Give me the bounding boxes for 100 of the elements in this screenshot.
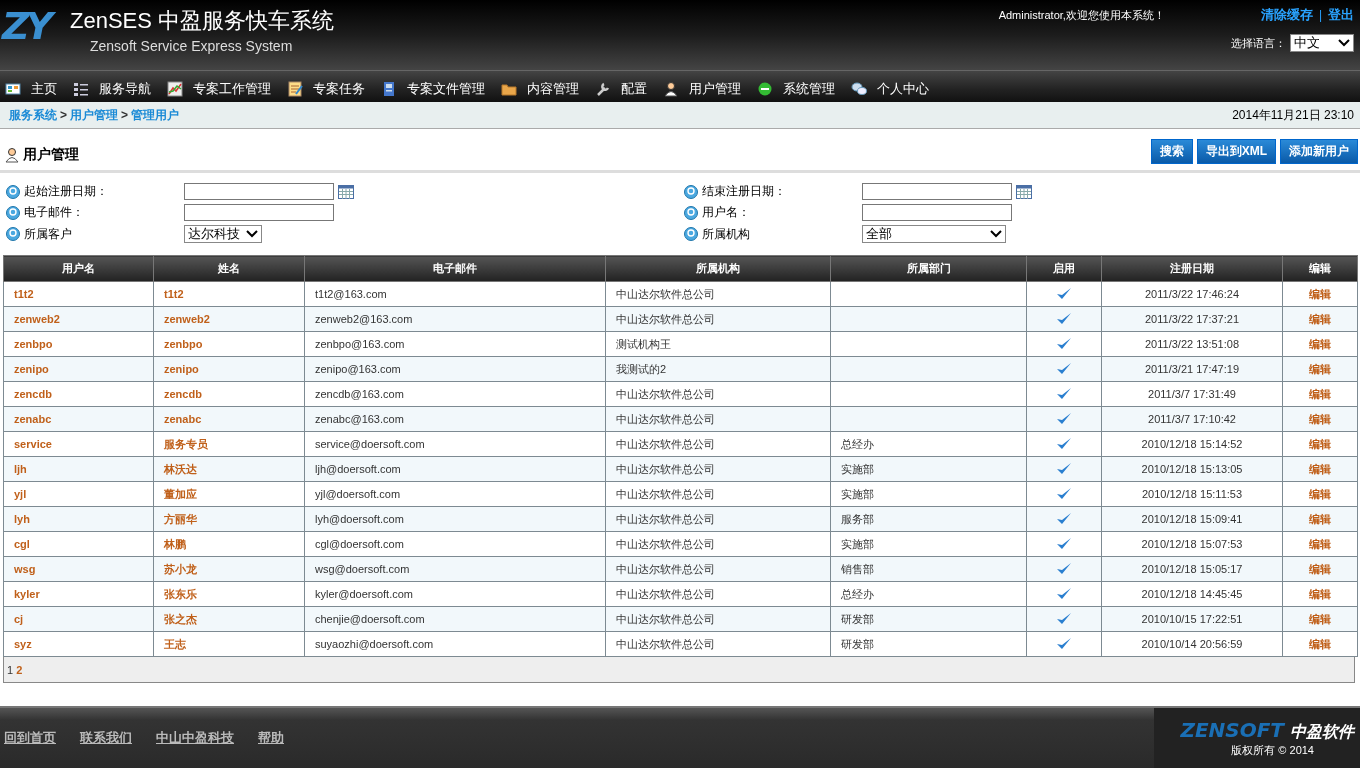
edit-link[interactable]: 编辑 [1309, 387, 1331, 400]
name-cell: syz [3, 631, 154, 657]
date-time: 2014年11月21日 23:10 [1232, 106, 1354, 124]
date-field[interactable] [862, 183, 1012, 200]
edit-link[interactable]: 编辑 [1309, 487, 1331, 500]
nav-item[interactable]: 个人中心 [851, 75, 929, 98]
breadcrumb-link[interactable]: 服务系统 [9, 107, 57, 122]
input-field[interactable] [184, 204, 334, 221]
edit-link[interactable]: 编辑 [1309, 437, 1331, 450]
header-link[interactable]: 清除缓存 [1260, 6, 1313, 24]
nav-item[interactable]: 配置 [595, 75, 647, 98]
brand-name: 中盈软件 [1290, 722, 1354, 742]
nav-icon [595, 80, 611, 97]
nav-icon [73, 80, 89, 97]
page-link[interactable]: 2 [16, 663, 23, 676]
dropdown[interactable]: 全部 [862, 225, 1006, 243]
column-header: 编辑 [1282, 255, 1358, 282]
column-header: 注册日期 [1101, 255, 1283, 282]
name-cell: lyh [3, 506, 154, 532]
date-cell: 2010/12/18 15:14:52 [1101, 431, 1283, 457]
header-link[interactable]: 登出 [1328, 6, 1354, 24]
edit-link[interactable]: 编辑 [1309, 412, 1331, 425]
table-cell: 实施部 [830, 531, 1027, 557]
nav-item[interactable]: 主页 [5, 75, 57, 98]
table-cell: 中山达尔软件总公司 [605, 406, 831, 432]
date-cell: 2010/12/18 15:05:17 [1101, 556, 1283, 582]
edit-link[interactable]: 编辑 [1309, 637, 1331, 650]
nav-item[interactable]: 专案文件管理 [381, 75, 485, 98]
name-cell: cj [3, 606, 154, 632]
edit-link[interactable]: 编辑 [1309, 287, 1331, 300]
nav-item[interactable]: 内容管理 [501, 75, 579, 98]
filter-label: 用户名： [702, 204, 750, 221]
breadcrumb-link[interactable]: 用户管理 [70, 107, 118, 122]
edit-link[interactable]: 编辑 [1309, 462, 1331, 475]
edit-link[interactable]: 编辑 [1309, 537, 1331, 550]
table-cell: 服务部 [830, 506, 1027, 532]
page-link[interactable]: 1 [7, 663, 14, 676]
name-cell: t1t2 [153, 281, 305, 307]
table-cell: 中山达尔软件总公司 [605, 531, 831, 557]
edit-link[interactable]: 编辑 [1309, 312, 1331, 325]
edit-link[interactable]: 编辑 [1309, 362, 1331, 375]
nav-item[interactable]: 系统管理 [757, 75, 835, 98]
date-field[interactable] [184, 183, 334, 200]
nav-item[interactable]: 专案任务 [287, 75, 365, 98]
calendar-icon[interactable] [338, 184, 354, 199]
name-cell: zenbpo [3, 331, 154, 357]
welcome-text: Administrator,欢迎您使用本系统！ [998, 7, 1165, 23]
breadcrumb-link[interactable]: 管理用户 [131, 107, 180, 122]
table-cell: 中山达尔软件总公司 [605, 281, 831, 307]
edit-link[interactable]: 编辑 [1309, 612, 1331, 625]
separator-text: | [1318, 8, 1322, 22]
date-cell: 2011/3/22 17:46:24 [1101, 281, 1283, 307]
table-cell: 总经办 [830, 431, 1027, 457]
table-cell: 我测试的2 [605, 356, 831, 382]
edit-link[interactable]: 编辑 [1309, 562, 1331, 575]
footer-link[interactable]: 联系我们 [80, 729, 132, 747]
date-cell: 2011/3/7 17:31:49 [1101, 381, 1283, 407]
calendar-icon[interactable] [1016, 184, 1032, 199]
name-cell: 张之杰 [153, 606, 305, 632]
filter-label: 结束注册日期： [702, 183, 786, 200]
help-icon [6, 205, 20, 220]
date-cell: 2010/12/18 14:45:45 [1101, 581, 1283, 607]
caret-icon [990, 230, 1002, 238]
date-cell: 2010/12/18 15:09:41 [1101, 506, 1283, 532]
edit-link[interactable]: 编辑 [1309, 512, 1331, 525]
table-cell: 研发部 [830, 606, 1027, 632]
name-cell: zenbpo [153, 331, 305, 357]
language-select[interactable]: 中文 [1290, 34, 1354, 52]
column-header: 电子邮件 [304, 255, 606, 282]
nav-item[interactable]: 服务导航 [73, 75, 151, 98]
edit-link[interactable]: 编辑 [1309, 587, 1331, 600]
action-button[interactable]: 导出到XML [1196, 139, 1276, 164]
table-cell: wsg@doersoft.com [304, 556, 606, 582]
nav-item[interactable]: 用户管理 [663, 75, 741, 98]
footer-link[interactable]: 回到首页 [4, 729, 56, 747]
app-title: ZenSES 中盈服务快车系统 [70, 8, 335, 34]
name-cell: zenweb2 [3, 306, 154, 332]
table-cell: 研发部 [830, 631, 1027, 657]
name-cell: yjl [3, 481, 154, 507]
table-cell: zenbpo@163.com [304, 331, 606, 357]
dropdown[interactable]: 达尔科技 [184, 225, 262, 243]
date-cell: 2011/3/21 17:47:19 [1101, 356, 1283, 382]
user-icon [4, 147, 20, 163]
date-cell: 2010/10/15 17:22:51 [1101, 606, 1283, 632]
action-button[interactable]: 添加新用户 [1280, 139, 1358, 164]
table-cell: 销售部 [830, 556, 1027, 582]
table-cell: 实施部 [830, 456, 1027, 482]
table-cell: suyaozhi@doersoft.com [304, 631, 606, 657]
input-field[interactable] [862, 204, 1012, 221]
table-cell: 中山达尔软件总公司 [605, 431, 831, 457]
name-cell: 林鹏 [153, 531, 305, 557]
footer-link[interactable]: 帮助 [258, 729, 284, 747]
table-cell: lyh@doersoft.com [304, 506, 606, 532]
action-button[interactable]: 搜索 [1150, 139, 1193, 164]
help-icon [684, 205, 698, 220]
breadcrumb-separator: > [60, 107, 67, 122]
footer-link[interactable]: 中山中盈科技 [156, 729, 234, 747]
edit-link[interactable]: 编辑 [1309, 337, 1331, 350]
column-header: 所属机构 [605, 255, 831, 282]
nav-item[interactable]: 专案工作管理 [167, 75, 271, 98]
